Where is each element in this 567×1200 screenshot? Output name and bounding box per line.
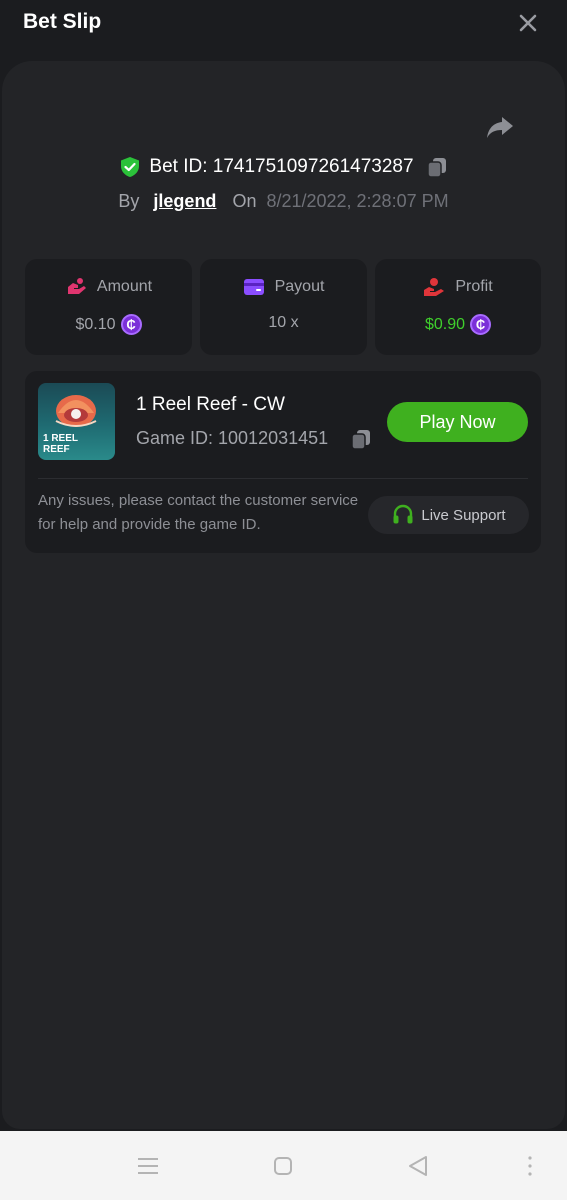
bet-id: Bet ID: 1741751097261473287 bbox=[149, 156, 414, 177]
by-label: By bbox=[118, 190, 140, 211]
payout-value: 10 x bbox=[268, 314, 299, 331]
bet-datetime: 8/21/2022, 2:28:07 PM bbox=[266, 190, 449, 211]
live-support-button[interactable]: Live Support bbox=[368, 496, 529, 534]
profit-value: $0.90 bbox=[424, 315, 466, 333]
page-title: Bet Slip bbox=[23, 10, 102, 33]
play-now-button[interactable]: Play Now bbox=[387, 402, 528, 442]
close-icon[interactable] bbox=[514, 9, 542, 37]
on-label: On bbox=[232, 190, 257, 211]
help-text: Any issues, please contact the customer … bbox=[38, 492, 359, 533]
copy-bet-id-icon[interactable] bbox=[426, 156, 448, 178]
wallet-icon bbox=[243, 279, 264, 295]
amount-label: Amount bbox=[96, 278, 153, 295]
bet-id-row: Bet ID: 1741751097261473287 bbox=[0, 151, 567, 183]
game-id: Game ID: 10012031451 bbox=[136, 428, 329, 448]
coin-icon: ₵ bbox=[120, 314, 142, 335]
username-link[interactable]: jlegend bbox=[153, 191, 216, 212]
headset-icon bbox=[393, 504, 413, 524]
game-card: 1 REEL REEF 1 Reel Reef - CW Game ID: 10… bbox=[25, 371, 541, 553]
menu-icon[interactable] bbox=[135, 1153, 161, 1179]
game-thumbnail[interactable]: 1 REEL REEF bbox=[38, 383, 115, 460]
bet-slip-panel bbox=[2, 61, 565, 1129]
profit-icon bbox=[424, 278, 445, 296]
coin-icon: ₵ bbox=[470, 314, 492, 335]
header: Bet Slip bbox=[0, 0, 567, 60]
amount-icon bbox=[67, 278, 86, 294]
profit-label: Profit bbox=[455, 278, 493, 295]
divider bbox=[38, 478, 528, 479]
game-thumb-text: 1 REEL REEF bbox=[43, 433, 79, 455]
more-vertical-icon[interactable] bbox=[517, 1153, 543, 1179]
payout-card: Payout 10 x bbox=[200, 259, 367, 355]
share-icon[interactable] bbox=[484, 111, 516, 143]
back-icon[interactable] bbox=[405, 1153, 431, 1179]
profit-card: Profit $0.90 ₵ bbox=[375, 259, 541, 355]
game-title: 1 Reel Reef - CW bbox=[136, 394, 285, 415]
copy-game-id-icon[interactable] bbox=[350, 428, 372, 450]
home-icon[interactable] bbox=[270, 1153, 296, 1179]
bet-byline: By jlegend On 8/21/2022, 2:28:07 PM bbox=[0, 187, 567, 215]
system-nav-bar bbox=[0, 1131, 567, 1200]
shield-check-icon bbox=[121, 157, 140, 177]
amount-card: Amount $0.10 ₵ bbox=[25, 259, 192, 355]
amount-value: $0.10 bbox=[75, 315, 116, 333]
payout-label: Payout bbox=[274, 278, 325, 295]
live-support-label: Live Support bbox=[421, 506, 506, 524]
